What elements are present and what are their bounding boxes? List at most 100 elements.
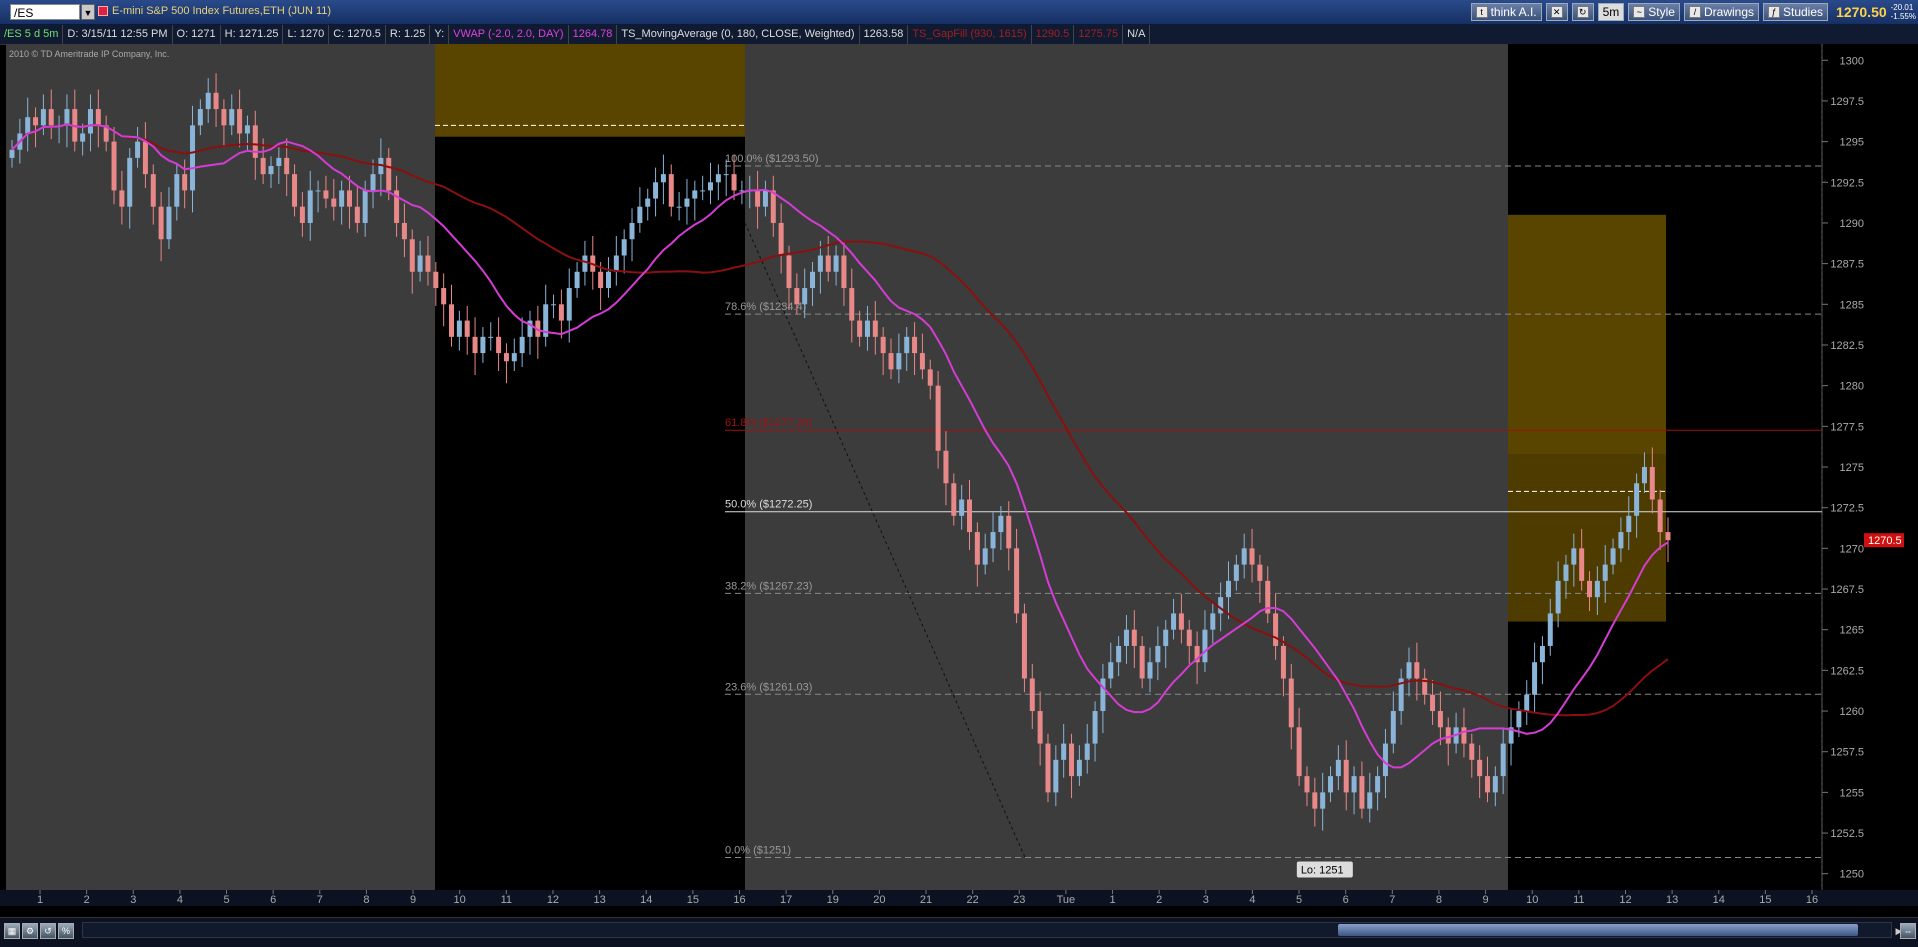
candle-body-65: [519, 336, 525, 354]
candle-body-139: [1100, 678, 1106, 712]
refresh-icon: ↻: [1576, 6, 1589, 18]
candle-body-84: [668, 174, 674, 207]
candle-body-95: [755, 190, 761, 207]
na-readout: N/A: [1123, 25, 1151, 44]
candle-body-31: [252, 125, 258, 158]
candle-body-193: [1524, 694, 1530, 712]
y-tick-label-14: 1285: [1840, 299, 1864, 311]
symbol-dropdown-button[interactable]: ▼: [81, 4, 95, 20]
candle-body-24: [197, 109, 203, 126]
candle-body-164: [1296, 727, 1302, 777]
candle-body-39: [315, 190, 321, 192]
toolbar-right: t think A.I. ✕ ↻ 5m ~ Style / Drawings ƒ Stu…: [1470, 2, 1918, 22]
reset-icon[interactable]: ↺: [40, 923, 56, 939]
candle-body-75: [598, 271, 604, 289]
candle-body-167: [1320, 792, 1326, 809]
x-tick-label-0: 1: [37, 894, 43, 906]
ma-study-label[interactable]: TS_MovingAverage (0, 180, CLOSE, Weighte…: [617, 25, 860, 44]
candle-body-144: [1139, 645, 1145, 679]
x-tick-label-6: 7: [317, 894, 323, 906]
candle-body-4: [40, 109, 46, 126]
vwap-value: 1264.78: [569, 25, 618, 44]
symbol-description: E-mini S&P 500 Index Futures,ETH (JUN 11…: [112, 5, 332, 17]
candle-body-140: [1108, 662, 1114, 679]
candle-body-190: [1500, 743, 1506, 777]
timeframe-button[interactable]: 5m: [1597, 3, 1625, 21]
candle-body-26: [213, 92, 219, 110]
vwap-study-label[interactable]: VWAP (-2.0, 2.0, DAY): [449, 25, 569, 44]
zoom-icon[interactable]: ⇔: [1900, 923, 1916, 939]
x-tick-label-10: 11: [501, 894, 512, 906]
tool-button-1[interactable]: ✕: [1545, 3, 1568, 21]
bottom-bar: ▦ ⚙ ↺ % ◀ ▶ ⇔: [0, 917, 1918, 947]
candle-body-162: [1280, 645, 1286, 679]
x-tick-label-1: 2: [84, 894, 90, 906]
grid-icon[interactable]: ▦: [4, 923, 20, 939]
candle-body-19: [158, 206, 164, 240]
percent-icon[interactable]: %: [58, 923, 74, 939]
candle-body-107: [849, 288, 855, 321]
candle-body-100: [794, 288, 800, 305]
y-tick-label-18: 1295: [1840, 137, 1864, 149]
candle-body-158: [1249, 548, 1255, 565]
candle-body-198: [1563, 564, 1569, 581]
drawings-button[interactable]: / Drawings: [1683, 3, 1759, 21]
candle-body-114: [904, 336, 910, 354]
candle-body-61: [488, 336, 494, 338]
x-tick-label-14: 15: [687, 894, 699, 906]
time-scrollbar[interactable]: [82, 922, 1892, 938]
candle-body-173: [1367, 792, 1373, 809]
candle-body-130: [1029, 678, 1035, 712]
studies-icon: ƒ: [1768, 6, 1780, 18]
fib-label-1: 78.6% ($1284.4): [725, 301, 806, 313]
ma-value: 1263.58: [860, 25, 909, 44]
candle-body-82: [653, 182, 659, 199]
chart-area[interactable]: 100.0% ($1293.50) 78.6% ($1284.4) 61.8% ($…: [0, 44, 1918, 906]
style-button[interactable]: ~ Style: [1628, 3, 1680, 21]
candle-body-200: [1579, 548, 1585, 581]
candle-body-36: [292, 174, 298, 207]
candle-body-38: [307, 190, 313, 223]
symbol-input[interactable]: /ES: [10, 4, 80, 20]
x-tick-label-25: 3: [1203, 894, 1209, 906]
candle-body-207: [1634, 483, 1640, 516]
candle-body-87: [692, 190, 698, 199]
candle-body-70: [558, 304, 564, 321]
candle-body-88: [700, 190, 706, 192]
candle-body-122: [966, 499, 972, 533]
account-button[interactable]: t think A.I.: [1470, 3, 1542, 21]
candle-body-161: [1273, 613, 1279, 646]
candle-body-157: [1241, 548, 1247, 565]
candle-body-137: [1084, 743, 1090, 760]
candle-body-48: [386, 157, 392, 191]
settings-icon[interactable]: ⚙: [22, 923, 38, 939]
candle-body-159: [1257, 564, 1263, 581]
candle-body-174: [1375, 776, 1381, 793]
x-tick-label-13: 14: [640, 894, 652, 906]
gapfill-study-label[interactable]: TS_GapFill (930, 1615): [908, 25, 1032, 44]
candle-body-77: [613, 255, 619, 272]
tool-button-2[interactable]: ↻: [1571, 3, 1594, 21]
candle-body-211: [1665, 532, 1671, 541]
fib-label-2: 61.8% ($1277.26): [725, 417, 812, 429]
candle-body-34: [276, 157, 282, 167]
candle-body-194: [1532, 662, 1538, 695]
price-chart[interactable]: 100.0% ($1293.50) 78.6% ($1284.4) 61.8% ($…: [0, 44, 1918, 906]
candle-body-209: [1649, 467, 1655, 500]
candle-body-80: [637, 206, 643, 223]
studies-button[interactable]: ƒ Studies: [1763, 3, 1829, 21]
candle-body-119: [943, 450, 949, 484]
candle-body-2: [25, 117, 31, 134]
candle-body-148: [1171, 613, 1177, 630]
candle-body-134: [1061, 743, 1067, 760]
candle-body-41: [331, 198, 337, 207]
x-tick-label-7: 8: [363, 894, 369, 906]
candle-body-187: [1477, 759, 1483, 777]
candle-body-150: [1186, 629, 1192, 646]
candle-body-170: [1343, 759, 1349, 793]
candle-body-53: [425, 255, 431, 272]
x-tick-label-28: 6: [1343, 894, 1349, 906]
x-tick-label-34: 12: [1619, 894, 1631, 906]
candle-body-141: [1116, 645, 1122, 663]
scrollbar-thumb[interactable]: [1338, 924, 1858, 936]
